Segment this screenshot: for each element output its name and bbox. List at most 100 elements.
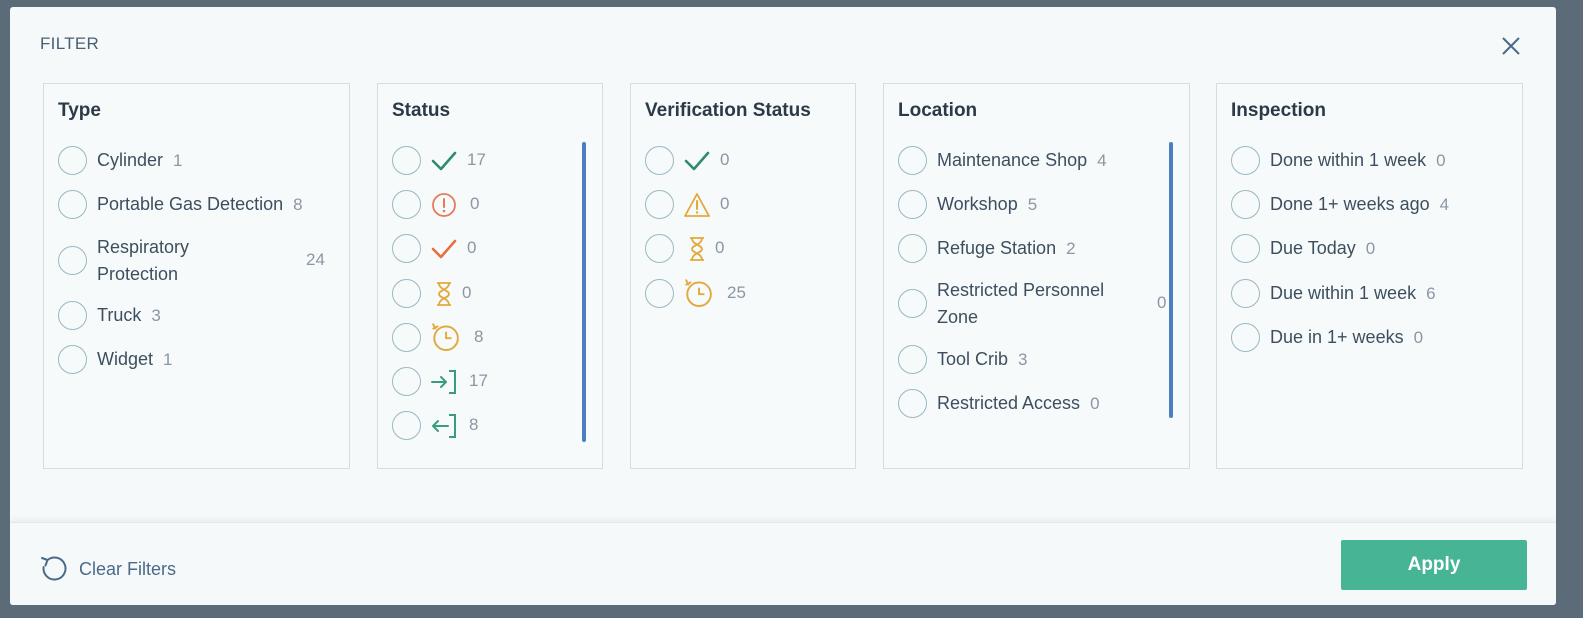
option-count: 8 (293, 195, 303, 214)
radio-button[interactable] (898, 234, 927, 263)
overdue-timer-icon (432, 323, 459, 351)
option-count: 0 (1436, 151, 1446, 170)
radio-button[interactable] (392, 367, 421, 396)
filter-modal: FILTER Type Cylinder 1 Portable Gas Detec… (10, 7, 1556, 605)
option-label: Restricted Access (937, 393, 1081, 413)
option-count: 0 (1365, 239, 1376, 258)
option-count: 0 (1413, 328, 1424, 347)
type-option-respiratory-protection[interactable]: Respiratory Protection 24 (58, 237, 338, 284)
option-count: 1 (173, 151, 183, 170)
panel-title: Location (898, 100, 978, 121)
location-panel: Location Maintenance Shop 4 Workshop 5 Ref… (883, 83, 1190, 469)
radio-button[interactable] (898, 190, 927, 219)
radio-button[interactable] (645, 146, 674, 175)
option-label: Done 1+ weeks ago (1270, 194, 1430, 214)
status-scrollbar[interactable] (582, 142, 586, 442)
option-count: 5 (1027, 195, 1038, 214)
radio-button[interactable] (1231, 190, 1260, 219)
radio-button[interactable] (392, 146, 421, 175)
radio-button[interactable] (58, 301, 87, 330)
panel-title: Inspection (1231, 100, 1327, 121)
radio-button[interactable] (392, 323, 421, 352)
option-count: 8 (469, 415, 479, 434)
modal-title: FILTER (40, 34, 100, 53)
option-label: Due Today (1270, 238, 1356, 258)
close-icon (1502, 37, 1520, 55)
option-label: Widget (97, 349, 154, 369)
option-count: 1 (163, 350, 173, 369)
option-count: 0 (715, 238, 725, 257)
radio-button[interactable] (1231, 279, 1260, 308)
option-count: 0 (720, 194, 730, 213)
type-panel: Type Cylinder 1 Portable Gas Detection 8 R… (43, 83, 350, 469)
option-count: 17 (469, 371, 488, 390)
option-count: 0 (720, 150, 730, 169)
hourglass-icon (437, 282, 451, 306)
radio-button[interactable] (1231, 323, 1260, 352)
radio-button[interactable] (58, 246, 87, 275)
radio-button[interactable] (645, 279, 674, 308)
option-count: 0 (467, 238, 477, 257)
option-count: 8 (474, 327, 484, 346)
option-label: Portable Gas Detection (97, 194, 284, 214)
option-label: Cylinder (97, 150, 164, 170)
option-count: 0 (470, 194, 480, 213)
radio-button[interactable] (392, 411, 421, 440)
option-label: Due in 1+ weeks (1270, 327, 1404, 347)
option-label: Workshop (937, 194, 1018, 214)
clear-filters-label: Clear Filters (79, 559, 177, 579)
radio-button[interactable] (645, 234, 674, 263)
radio-button[interactable] (898, 289, 927, 318)
hourglass-icon (690, 237, 704, 261)
check-icon (431, 239, 457, 259)
check-icon (431, 151, 457, 171)
radio-button[interactable] (58, 190, 87, 219)
radio-button[interactable] (645, 190, 674, 219)
check-in-icon (431, 370, 456, 394)
check-icon (684, 151, 710, 171)
verification-status-panel: Verification Status 0 0 0 25 (630, 83, 856, 469)
option-count: 25 (727, 283, 746, 302)
option-label: Refuge Station (937, 238, 1057, 258)
option-count: 24 (306, 250, 325, 269)
radio-button[interactable] (1231, 146, 1260, 175)
option-count: 3 (151, 306, 161, 325)
option-label: Done within 1 week (1270, 150, 1427, 170)
radio-button[interactable] (898, 146, 927, 175)
option-label: Tool Crib (937, 349, 1009, 369)
radio-button[interactable] (58, 146, 87, 175)
apply-button[interactable]: Apply (1341, 540, 1527, 590)
close-button[interactable] (1500, 35, 1522, 57)
radio-button[interactable] (898, 389, 927, 418)
panel-title: Type (58, 100, 101, 121)
option-label: Due within 1 week (1270, 283, 1417, 303)
panel-title: Status (392, 100, 451, 121)
option-label: Maintenance Shop (937, 150, 1088, 170)
option-label: Truck (97, 305, 142, 325)
location-scrollbar[interactable] (1169, 142, 1173, 418)
reset-icon (41, 556, 67, 581)
warning-triangle-icon (684, 193, 710, 217)
location-option-restricted-personnel-zone[interactable]: Restricted Personnel Zone 0 (898, 280, 1178, 327)
panel-title: Verification Status (645, 100, 811, 121)
radio-button[interactable] (392, 190, 421, 219)
radio-button[interactable] (58, 345, 87, 374)
alert-circle-icon (432, 193, 456, 217)
option-count: 3 (1018, 350, 1028, 369)
option-count: 0 (462, 283, 472, 302)
check-out-icon (432, 414, 456, 438)
option-count: 4 (1097, 151, 1107, 170)
option-label: Respiratory Protection (97, 237, 190, 284)
option-count: 0 (1157, 293, 1167, 312)
radio-button[interactable] (898, 345, 927, 374)
option-count: 0 (1090, 394, 1100, 413)
overdue-timer-icon (685, 279, 712, 307)
radio-button[interactable] (392, 279, 421, 308)
modal-footer: Clear Filters Apply (10, 522, 1556, 605)
status-panel: Status 17 0 0 0 8 17 8 (377, 83, 603, 469)
option-count: 17 (467, 150, 486, 169)
radio-button[interactable] (392, 234, 421, 263)
option-count: 6 (1426, 284, 1436, 303)
option-count: 2 (1066, 239, 1076, 258)
radio-button[interactable] (1231, 234, 1260, 263)
